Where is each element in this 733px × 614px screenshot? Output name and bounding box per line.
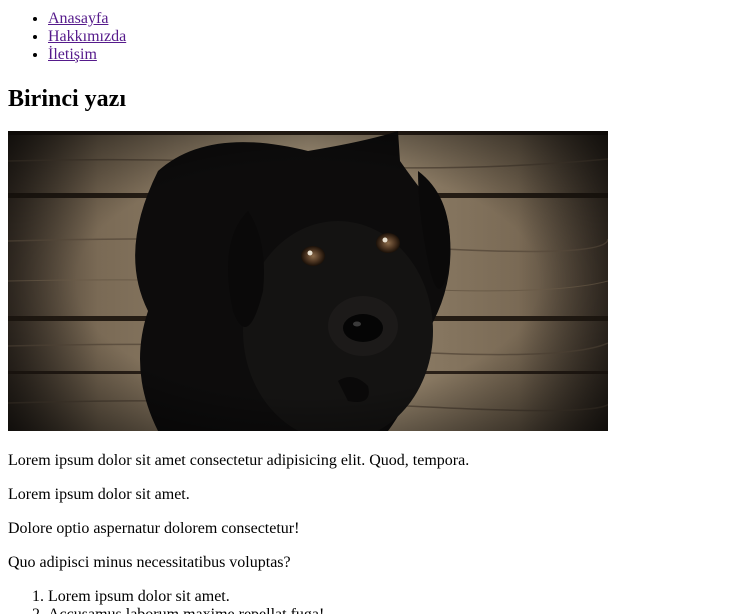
article-paragraph-2: Lorem ipsum dolor sit amet. xyxy=(8,486,190,503)
black-puppy-photo xyxy=(8,131,608,431)
list-item: Accusamus laborum maxime repellat fuga! xyxy=(48,606,324,614)
nav-item-contact: İletişim xyxy=(48,46,126,64)
article-ordered-list: Lorem ipsum dolor sit amet. Accusamus la… xyxy=(8,588,324,614)
nav-item-about: Hakkımızda xyxy=(48,28,126,46)
article-paragraph-3: Dolore optio aspernatur dolorem consecte… xyxy=(8,520,300,537)
list-item: Lorem ipsum dolor sit amet. xyxy=(48,588,324,606)
main-nav: Anasayfa Hakkımızda İletişim xyxy=(8,10,126,64)
nav-link-about[interactable]: Hakkımızda xyxy=(48,28,126,45)
article-paragraph-4: Quo adipisci minus necessitatibus volupt… xyxy=(8,554,291,571)
nav-link-home[interactable]: Anasayfa xyxy=(48,10,108,27)
article-title: Birinci yazı xyxy=(8,86,126,112)
nav-link-contact[interactable]: İletişim xyxy=(48,46,97,63)
article-paragraph-1: Lorem ipsum dolor sit amet consectetur a… xyxy=(8,452,470,469)
nav-item-home: Anasayfa xyxy=(48,10,126,28)
